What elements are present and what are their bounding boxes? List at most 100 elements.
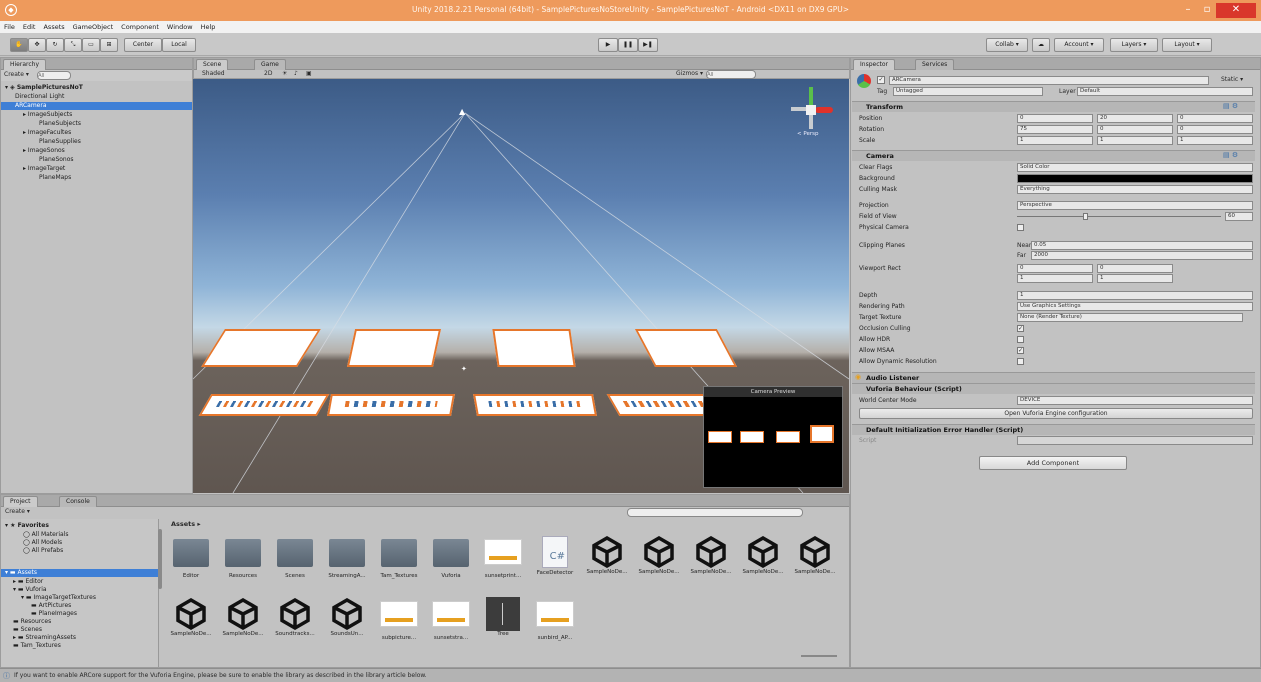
transform-tool-button[interactable]: ⊞ (100, 38, 118, 52)
hierarchy-item[interactable]: ▸ ImageSonos (23, 147, 65, 155)
zoom-slider[interactable] (801, 655, 837, 657)
menu-edit[interactable]: Edit (19, 21, 40, 33)
projection-dropdown[interactable]: Perspective (1017, 201, 1253, 210)
fov-slider-track[interactable] (1017, 216, 1221, 217)
asset-item[interactable]: SampleNoDe... (637, 535, 681, 576)
2d-toggle[interactable]: 2D (264, 70, 272, 77)
audio-listener-header[interactable]: Audio Listener (852, 372, 1255, 383)
near-field[interactable]: 0.05 (1031, 241, 1253, 250)
cloud-icon[interactable]: ☁ (1032, 38, 1050, 52)
world-center-mode-dropdown[interactable]: DEVICE (1017, 396, 1253, 405)
add-component-button[interactable]: Add Component (979, 456, 1127, 470)
asset-item[interactable]: C# FaceDetector (533, 535, 577, 577)
asset-item[interactable]: sunsetstra... (429, 597, 473, 642)
asset-item[interactable]: SampleNoDe... (689, 535, 733, 576)
clear-flags-dropdown[interactable]: Solid Color (1017, 163, 1253, 172)
scale-x-field[interactable]: 1 (1017, 136, 1093, 145)
menu-window[interactable]: Window (163, 21, 197, 33)
position-y-field[interactable]: 20 (1097, 114, 1173, 123)
asset-item[interactable]: StreamingA... (325, 535, 369, 580)
project-create-button[interactable]: Create ▾ (5, 508, 30, 515)
transform-header[interactable]: Transform (852, 101, 1255, 112)
pause-button[interactable]: ❚❚ (618, 38, 638, 52)
occlusion-culling-checkbox[interactable]: ✓ (1017, 325, 1024, 332)
tree-item[interactable]: ▬ Resources (13, 618, 51, 626)
viewport-h-field[interactable]: 1 (1097, 274, 1173, 283)
asset-item[interactable]: SampleNoDe... (741, 535, 785, 576)
hierarchy-item[interactable]: PlaneSonos (39, 156, 74, 164)
layers-button[interactable]: Layers ▾ (1110, 38, 1158, 52)
camera-header[interactable]: Camera (852, 150, 1255, 161)
tree-item[interactable]: ▸ ▬ Editor (13, 578, 43, 586)
error-handler-header[interactable]: Default Initialization Error Handler (Sc… (852, 424, 1255, 435)
component-menu-icon[interactable]: ▤ ⚙ (1223, 151, 1238, 159)
tree-item[interactable]: ▾ ▬ Vuforia (13, 586, 47, 594)
tab-scene[interactable]: Scene (196, 59, 229, 70)
rotation-x-field[interactable]: 75 (1017, 125, 1093, 134)
pivot-toggle[interactable]: Center (124, 38, 162, 52)
maximize-button[interactable]: ▫ (1198, 3, 1216, 18)
asset-item[interactable]: Tree (481, 597, 525, 638)
tag-dropdown[interactable]: Untagged (893, 87, 1043, 96)
space-toggle[interactable]: Local (162, 38, 196, 52)
viewport-x-field[interactable]: 0 (1017, 264, 1093, 273)
scene-row[interactable]: ▾ ◈ SamplePicturesNoT (5, 84, 83, 92)
viewport-w-field[interactable]: 1 (1017, 274, 1093, 283)
camera-icon[interactable]: ▲ (459, 107, 469, 116)
hierarchy-search-input[interactable] (37, 71, 71, 80)
favorites-row[interactable]: ▾ ★ Favorites (5, 522, 49, 530)
scene-search-input[interactable] (706, 70, 756, 79)
step-button[interactable]: ▶❚ (638, 38, 658, 52)
tab-project[interactable]: Project (3, 496, 38, 507)
allow-dynamic-resolution-checkbox[interactable] (1017, 358, 1024, 365)
lighting-icon[interactable]: ☀ (282, 70, 287, 77)
close-button[interactable]: ✕ (1216, 3, 1256, 18)
viewport-y-field[interactable]: 0 (1097, 264, 1173, 273)
menu-component[interactable]: Component (117, 21, 163, 33)
background-color-field[interactable] (1017, 174, 1253, 183)
play-button[interactable]: ▶ (598, 38, 618, 52)
rendering-path-dropdown[interactable]: Use Graphics Settings (1017, 302, 1253, 311)
hierarchy-create-button[interactable]: Create ▾ (4, 71, 29, 78)
hierarchy-item[interactable]: PlaneSupplies (39, 138, 81, 146)
depth-field[interactable]: 1 (1017, 291, 1253, 300)
culling-mask-dropdown[interactable]: Everything (1017, 185, 1253, 194)
tab-hierarchy[interactable]: Hierarchy (3, 59, 47, 70)
layer-dropdown[interactable]: Default (1077, 87, 1253, 96)
image-target-card[interactable] (198, 394, 330, 416)
asset-item[interactable]: SoundsUn... (325, 597, 369, 638)
component-menu-icon[interactable]: ▤ ⚙ (1223, 102, 1238, 110)
asset-item[interactable]: SampleNoDe... (585, 535, 629, 576)
plane-card[interactable] (346, 329, 442, 367)
menu-help[interactable]: Help (197, 21, 220, 33)
gizmos-dropdown[interactable]: Gizmos ▾ (676, 70, 703, 77)
position-x-field[interactable]: 0 (1017, 114, 1093, 123)
menu-assets[interactable]: Assets (39, 21, 68, 33)
asset-item[interactable]: Editor (169, 535, 213, 580)
tree-item[interactable]: ▬ PlaneImages (31, 610, 77, 618)
asset-item[interactable]: SampleNoDe... (169, 597, 213, 638)
favorite-item[interactable]: ◯ All Materials (23, 531, 68, 539)
tree-item[interactable]: ▬ Tam_Textures (13, 642, 61, 650)
shading-mode-dropdown[interactable]: Shaded (202, 70, 225, 77)
open-vuforia-configuration-button[interactable]: Open Vuforia Engine configuration (859, 408, 1253, 419)
far-field[interactable]: 2000 (1031, 251, 1253, 260)
asset-item[interactable]: SampleNoDe... (221, 597, 265, 638)
vuforia-behaviour-header[interactable]: Vuforia Behaviour (Script) (852, 383, 1255, 394)
asset-item[interactable]: Tam_Textures (377, 535, 421, 580)
target-texture-field[interactable]: None (Render Texture) (1017, 313, 1243, 322)
scene-viewport[interactable]: ▲ < Persp ✦ Camera Preview (193, 79, 849, 493)
tab-console[interactable]: Console (59, 496, 97, 507)
menu-gameobject[interactable]: GameObject (69, 21, 118, 33)
scene-orientation-gizmo[interactable]: < Persp (787, 85, 837, 141)
light-icon[interactable]: ✦ (461, 365, 467, 373)
assets-breadcrumb[interactable]: Assets ▸ (171, 520, 201, 528)
physical-camera-checkbox[interactable] (1017, 224, 1024, 231)
hierarchy-item[interactable]: Directional Light (15, 93, 64, 101)
hierarchy-item-selected[interactable]: ARCamera (1, 102, 192, 110)
asset-item[interactable]: SampleNoDe... (793, 535, 837, 576)
audio-icon[interactable]: ♪ (294, 70, 298, 77)
rotation-y-field[interactable]: 0 (1097, 125, 1173, 134)
plane-card[interactable] (492, 329, 576, 367)
scale-tool-button[interactable]: ⤡ (64, 38, 82, 52)
